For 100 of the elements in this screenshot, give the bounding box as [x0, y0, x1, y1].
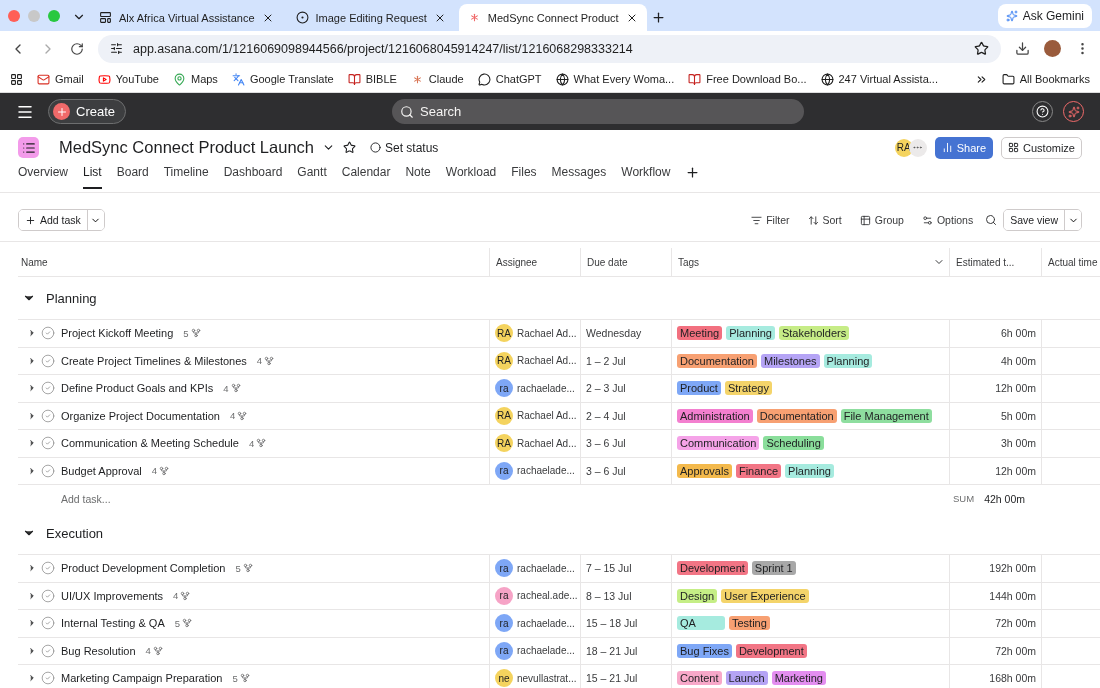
expand-icon[interactable] [27, 383, 37, 394]
create-button[interactable]: Create [48, 99, 127, 124]
expand-icon[interactable] [27, 355, 37, 366]
check-icon[interactable] [41, 408, 55, 423]
view-tab[interactable]: Timeline [163, 165, 209, 189]
reload-icon[interactable] [70, 41, 84, 56]
view-tab[interactable]: Overview [18, 165, 68, 189]
task-name[interactable]: Marketing Campaign Preparation [61, 672, 223, 685]
task-name[interactable]: Internal Testing & QA [61, 617, 165, 630]
check-icon[interactable] [41, 381, 55, 396]
project-title: MedSync Connect Product Launch [59, 138, 314, 157]
column-header[interactable]: Actual time [1041, 248, 1100, 276]
address-bar[interactable]: app.asana.com/1/1216069098944566/project/1216068045914247/list/1216068298333214 [98, 34, 1001, 63]
bookmark[interactable]: Claude [410, 72, 464, 86]
check-icon[interactable] [41, 463, 55, 478]
expand-icon[interactable] [27, 645, 37, 656]
more-icon[interactable] [908, 138, 927, 157]
view-tab[interactable]: Messages [551, 165, 607, 189]
view-tab[interactable]: Note [405, 165, 431, 189]
browser-tab[interactable]: Image Editing Request [286, 4, 455, 31]
column-header[interactable]: Assignee [489, 248, 580, 276]
view-tab[interactable]: Files [511, 165, 537, 189]
task-name[interactable]: Budget Approval [61, 464, 142, 477]
expand-icon[interactable] [27, 563, 37, 574]
search-icon[interactable] [985, 214, 998, 226]
check-icon[interactable] [41, 643, 55, 658]
save-view-button[interactable]: Save view [1004, 210, 1065, 230]
expand-icon[interactable] [27, 618, 37, 629]
search-field[interactable]: Search [392, 99, 805, 124]
task-name[interactable]: Communication & Meeting Schedule [61, 437, 239, 450]
site-settings-icon[interactable] [110, 42, 123, 55]
check-icon[interactable] [41, 616, 55, 631]
expand-icon[interactable] [27, 590, 37, 601]
task-name[interactable]: Create Project Timelines & Milestones [61, 354, 247, 367]
column-header[interactable]: Due date [580, 248, 671, 276]
bookmark[interactable]: BIBLE [347, 72, 397, 86]
browser-tab[interactable]: Alx Africa Virtual Assistance [90, 4, 283, 31]
task-name[interactable]: Product Development Completion [61, 562, 226, 575]
profile-avatar[interactable] [1044, 40, 1061, 57]
star-icon[interactable] [974, 41, 989, 56]
view-tab[interactable]: Gantt [297, 165, 327, 189]
add-task-button[interactable]: Add task [19, 210, 88, 230]
add-tab-icon[interactable] [685, 165, 701, 180]
share-button[interactable]: Share [934, 136, 994, 159]
bookmark[interactable]: Gmail [37, 72, 84, 86]
section-title[interactable]: Planning [46, 290, 97, 306]
all-bookmarks[interactable]: All Bookmarks [1001, 72, 1090, 86]
task-name[interactable]: UI/UX Improvements [61, 589, 164, 602]
estimate: 5h 00m [1000, 409, 1036, 422]
add-task-link[interactable]: Add task... [61, 492, 111, 505]
task-name[interactable]: Bug Resolution [61, 644, 136, 657]
view-tab[interactable]: Workflow [621, 165, 671, 189]
tag: Communication [677, 436, 760, 451]
ask-gemini-button[interactable]: Ask Gemini [997, 4, 1092, 28]
check-icon[interactable] [41, 436, 55, 451]
expand-icon[interactable] [27, 410, 37, 421]
tab-title: Alx Africa Virtual Assistance [119, 11, 255, 24]
subtask-count: 4 [256, 355, 275, 367]
browser-tab[interactable]: MedSync Connect Product [458, 4, 647, 31]
check-icon[interactable] [41, 353, 55, 368]
assignee-name: Rachael Ad... [517, 355, 577, 367]
set-status-button[interactable]: Set status [364, 139, 445, 156]
view-tab[interactable]: Board [116, 165, 149, 189]
column-header[interactable]: Tags [671, 248, 949, 276]
bookmark[interactable]: What Every Woma... [555, 72, 675, 86]
bookmark[interactable]: Google Translate [231, 72, 334, 86]
new-tab-icon[interactable] [650, 10, 666, 25]
view-tab[interactable]: Dashboard [223, 165, 283, 189]
column-header[interactable]: Name [18, 248, 489, 276]
customize-button[interactable]: Customize [1001, 136, 1082, 159]
task-name[interactable]: Organize Project Documentation [61, 409, 220, 422]
download-icon[interactable] [1015, 41, 1030, 56]
view-tab[interactable]: List [83, 165, 102, 189]
view-tab[interactable]: Workload [445, 165, 497, 189]
chat-icon [295, 11, 309, 24]
group-button[interactable]: Group [853, 214, 910, 226]
bookmark[interactable]: Maps [172, 72, 218, 86]
check-icon[interactable] [41, 326, 55, 341]
section-title[interactable]: Execution [46, 525, 104, 541]
check-icon[interactable] [41, 588, 55, 603]
expand-icon[interactable] [27, 328, 37, 339]
star-icon[interactable] [343, 141, 356, 154]
apps-icon[interactable] [10, 72, 23, 86]
expand-icon[interactable] [27, 673, 37, 684]
task-name[interactable]: Project Kickoff Meeting [61, 327, 174, 340]
check-icon[interactable] [41, 561, 55, 576]
expand-icon[interactable] [27, 465, 37, 476]
bookmark[interactable]: YouTube [97, 72, 159, 86]
sort-button[interactable]: Sort [801, 214, 848, 226]
filter-button[interactable]: Filter [745, 214, 796, 226]
view-tab[interactable]: Calendar [341, 165, 391, 189]
bookmark[interactable]: 247 Virtual Assista... [820, 72, 938, 86]
bookmark[interactable]: ChatGPT [477, 72, 542, 86]
check-icon[interactable] [41, 671, 55, 686]
bookmark[interactable]: Free Download Bo... [688, 72, 807, 86]
expand-icon[interactable] [27, 438, 37, 449]
task-name[interactable]: Define Product Goals and KPIs [61, 382, 214, 395]
options-button[interactable]: Options [915, 214, 980, 226]
column-header[interactable]: Estimated t... [949, 248, 1041, 276]
due-date: 2 – 3 Jul [586, 382, 626, 395]
